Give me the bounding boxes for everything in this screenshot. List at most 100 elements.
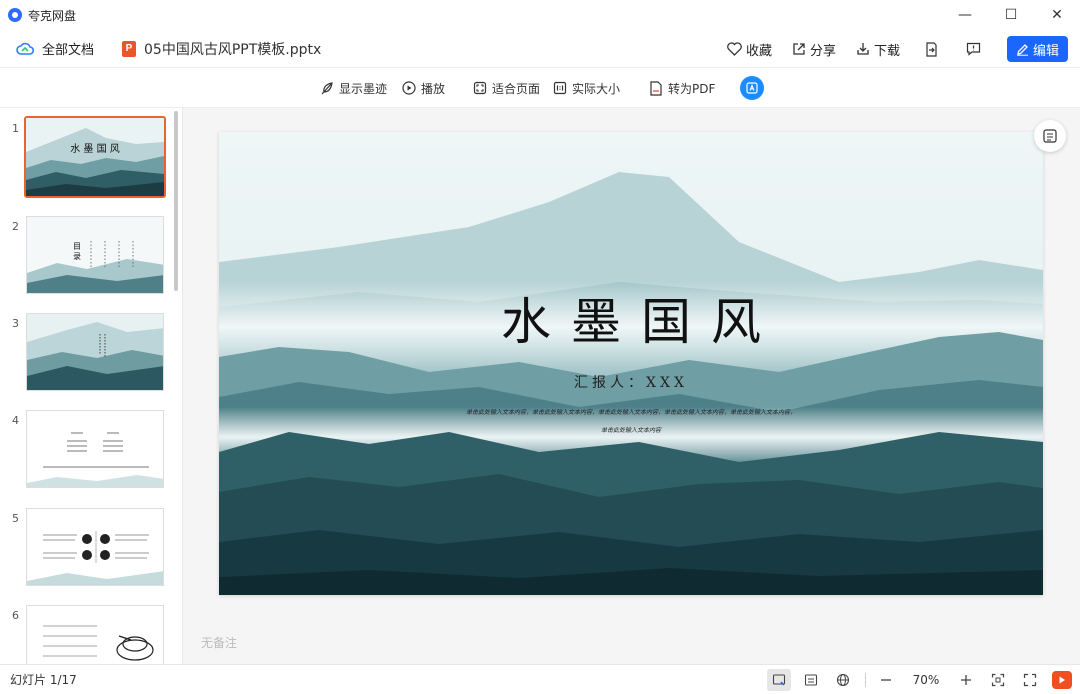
thumbnail-scrollbar[interactable] — [174, 111, 178, 291]
slide-number: 2 — [12, 220, 19, 233]
fit-page-icon — [473, 81, 487, 95]
edit-button[interactable]: 编辑 — [1007, 36, 1068, 62]
title-bar: 夸克网盘 — ☐ ✕ — [0, 0, 1080, 30]
notes-placeholder[interactable]: 无备注 — [201, 634, 237, 651]
globe-icon — [836, 673, 850, 686]
fit-screen-button[interactable] — [986, 669, 1010, 691]
ink-landscape-image — [219, 132, 1043, 595]
play-circle-icon — [402, 81, 416, 95]
download-icon — [857, 43, 869, 55]
slide-thumbnail-row[interactable]: 5 — [0, 508, 172, 592]
normal-view-icon — [772, 673, 786, 685]
slide-number: 4 — [12, 414, 19, 427]
fit-page-button[interactable]: 适合页面 — [473, 68, 540, 108]
to-pdf-button[interactable]: 转为PDF — [649, 68, 715, 108]
slide-thumbnail-row[interactable]: 6 — [0, 605, 172, 664]
slide-thumbnail-row[interactable]: 4 — [0, 410, 172, 494]
thumb-2-image: 目 录 — [27, 217, 163, 293]
close-button[interactable]: ✕ — [1034, 0, 1080, 30]
slide-thumbnail-row[interactable]: 1 水 墨 国 风 — [0, 116, 172, 202]
thumb-4-image — [27, 411, 163, 487]
fullscreen-icon — [1023, 673, 1037, 686]
thumb-6-image — [27, 606, 163, 664]
fit-screen-icon — [991, 673, 1005, 686]
slide-outline-button[interactable] — [1034, 120, 1066, 152]
pen-icon — [1016, 43, 1028, 56]
download-button[interactable]: 下载 — [856, 40, 900, 59]
fit-page-label: 适合页面 — [492, 81, 541, 96]
slide-body-line: 单击此处输入文本内容 — [600, 427, 661, 434]
file-tab[interactable]: P 05中国风古风PPT模板.pptx — [122, 39, 321, 59]
share-label: 分享 — [809, 43, 836, 59]
favorite-button[interactable]: 收藏 — [727, 40, 772, 59]
feedback-button[interactable] — [966, 42, 985, 56]
slide-body-text: 单击此处输入文本内容，单击此处输入文本内容，单击此处输入文本内容，单击此处输入文… — [429, 404, 833, 440]
thumb-3-image — [27, 314, 163, 390]
slide-thumbnails-panel: 1 水 墨 国 风 2 目 录 3 4 5 6 — [0, 108, 183, 664]
document-bar: 全部文档 P 05中国风古风PPT模板.pptx 收藏 分享 下载 编辑 — [0, 30, 1080, 68]
slide-thumbnail-row[interactable]: 3 — [0, 313, 172, 397]
slide-thumbnail[interactable] — [26, 313, 164, 391]
edit-label: 编辑 — [1032, 43, 1059, 59]
actual-size-label: 实际大小 — [572, 81, 621, 96]
fullscreen-button[interactable] — [1018, 669, 1042, 691]
current-slide[interactable]: 水墨国风 汇报人：XXX 单击此处输入文本内容，单击此处输入文本内容，单击此处输… — [219, 132, 1043, 595]
minimize-button[interactable]: — — [942, 0, 988, 30]
normal-view-button[interactable] — [767, 668, 791, 691]
thumb-5-image — [27, 509, 163, 585]
viewer-toolbar: 显示墨迹 播放 适合页面 实际大小 转为PDF — [0, 68, 1080, 108]
svg-text:水 墨 国 风: 水 墨 国 风 — [70, 143, 120, 155]
view-controls: 70% — [759, 665, 1072, 694]
cloud-icon — [16, 42, 34, 55]
show-ink-label: 显示墨迹 — [339, 81, 388, 96]
slide-thumbnail[interactable]: 水 墨 国 风 — [24, 116, 166, 198]
thumb-1-image: 水 墨 国 风 — [26, 118, 164, 196]
notes-view-button[interactable] — [799, 669, 823, 691]
slide-body-line: 单击此处输入文本内容，单击此处输入文本内容，单击此处输入文本内容，单击此处输入文… — [465, 409, 796, 416]
export-button[interactable] — [924, 41, 942, 57]
slide-thumbnail[interactable] — [26, 410, 164, 488]
pdf-icon — [650, 80, 662, 96]
minus-icon — [881, 678, 891, 681]
slide-thumbnail[interactable]: 目 录 — [26, 216, 164, 294]
play-button[interactable]: 播放 — [402, 68, 445, 108]
file-name: 05中国风古风PPT模板.pptx — [144, 41, 322, 58]
pptx-file-icon: P — [122, 40, 137, 57]
zoom-in-button[interactable] — [954, 669, 978, 691]
app-logo-icon — [8, 8, 22, 22]
show-ink-button[interactable]: 显示墨迹 — [320, 68, 387, 108]
zoom-level: 70% — [912, 672, 940, 687]
slide-thumbnail[interactable] — [26, 508, 164, 586]
slide-thumbnail-row[interactable]: 2 目 录 — [0, 216, 172, 300]
share-button[interactable]: 分享 — [792, 40, 836, 59]
slide-number: 6 — [12, 609, 19, 622]
window-controls: — ☐ ✕ — [942, 0, 1080, 30]
svg-text:目: 目 — [73, 242, 81, 251]
all-docs-link[interactable]: 全部文档 — [16, 39, 94, 58]
to-pdf-label: 转为PDF — [668, 81, 716, 96]
outline-icon — [1043, 129, 1057, 143]
download-label: 下载 — [873, 43, 900, 59]
svg-text:录: 录 — [73, 252, 81, 261]
doc-actions: 收藏 分享 下载 编辑 — [707, 30, 1068, 68]
slide-thumbnail[interactable] — [26, 605, 164, 664]
web-view-button[interactable] — [831, 669, 855, 691]
zoom-out-button[interactable] — [874, 669, 898, 691]
feather-icon — [321, 82, 333, 95]
feedback-icon — [966, 42, 981, 56]
slide-number: 1 — [12, 122, 19, 135]
slideshow-play-button[interactable] — [1052, 670, 1072, 689]
slide-number: 5 — [12, 512, 19, 525]
plus-icon — [961, 674, 971, 685]
maximize-button[interactable]: ☐ — [988, 0, 1034, 30]
divider — [865, 672, 866, 687]
slide-canvas: 水墨国风 汇报人：XXX 单击此处输入文本内容，单击此处输入文本内容，单击此处输… — [183, 108, 1080, 664]
slide-counter: 幻灯片 1/17 — [10, 672, 77, 687]
play-icon — [1059, 676, 1065, 683]
share-icon — [793, 43, 805, 55]
ai-assistant-button[interactable] — [740, 76, 764, 100]
actual-size-icon — [553, 81, 567, 95]
play-label: 播放 — [421, 81, 446, 96]
status-bar: 幻灯片 1/17 70% — [0, 664, 1080, 693]
actual-size-button[interactable]: 实际大小 — [553, 68, 620, 108]
